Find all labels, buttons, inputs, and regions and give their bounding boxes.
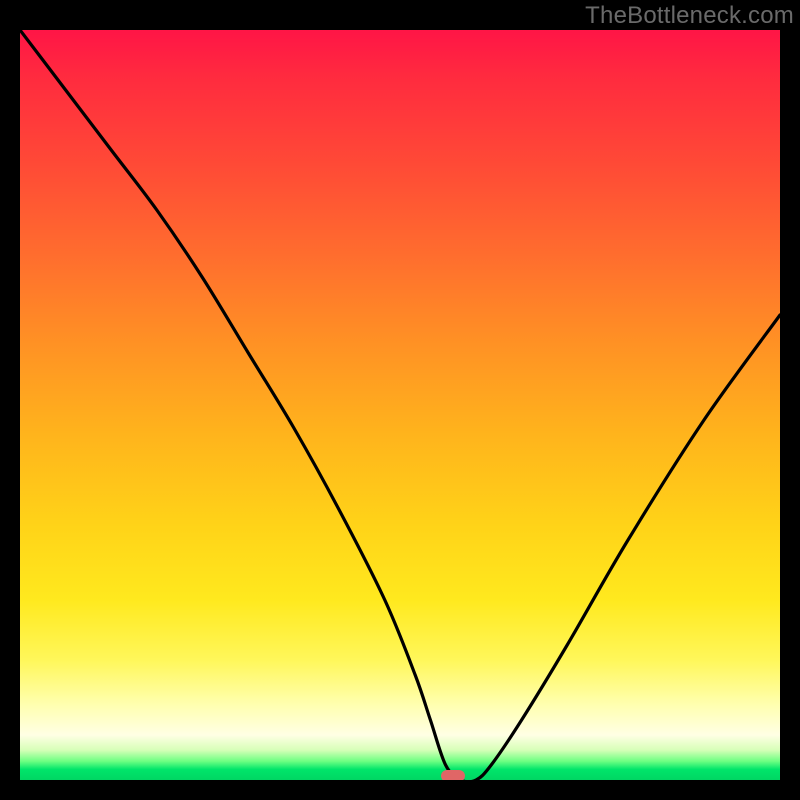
- watermark-text: TheBottleneck.com: [585, 2, 794, 30]
- optimum-marker: [441, 770, 465, 780]
- plot-area: [20, 30, 780, 780]
- outer-frame: TheBottleneck.com: [0, 0, 800, 800]
- bottleneck-curve: [20, 30, 780, 780]
